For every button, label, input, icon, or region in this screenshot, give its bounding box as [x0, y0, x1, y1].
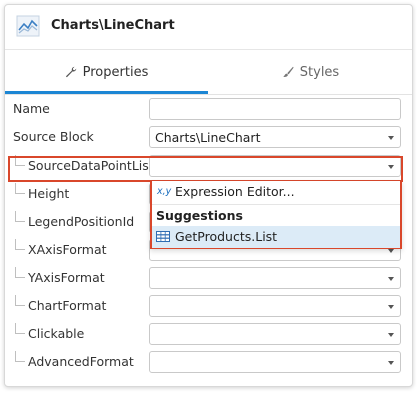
tab-bar: Properties Styles — [5, 50, 412, 95]
brush-icon — [282, 66, 294, 77]
property-label: Height — [28, 186, 70, 201]
tree-connector — [15, 267, 25, 278]
chevron-down-icon — [388, 361, 394, 365]
panel-title: Charts\LineChart — [51, 18, 175, 33]
advanced-format-select[interactable] — [149, 351, 401, 373]
tab-styles[interactable]: Styles — [209, 50, 412, 94]
tab-properties[interactable]: Properties — [5, 50, 208, 94]
wrench-icon — [65, 66, 76, 78]
tree-connector — [15, 183, 25, 194]
property-label: Source Block — [13, 129, 94, 144]
suggestions-header: Suggestions — [152, 204, 400, 226]
source-block-value: Charts\LineChart — [155, 130, 261, 145]
expression-editor-label: Expression Editor... — [175, 184, 295, 199]
chevron-down-icon — [388, 165, 394, 169]
y-axis-format-select[interactable] — [149, 267, 401, 289]
clickable-select[interactable] — [149, 323, 401, 345]
properties-panel: Charts\LineChart Properties Styles Name … — [4, 4, 413, 387]
tree-connector — [15, 239, 25, 250]
expression-icon: x,y — [157, 186, 172, 197]
tree-connector — [15, 295, 25, 306]
panel-header: Charts\LineChart — [5, 5, 412, 50]
property-row-source-data-point-list: SourceDataPointList — [5, 153, 412, 181]
property-row-clickable: Clickable — [5, 321, 412, 349]
property-row-source-block: Source Block Charts\LineChart — [5, 124, 412, 152]
tab-styles-label: Styles — [299, 64, 340, 80]
table-icon — [156, 231, 170, 242]
chevron-down-icon — [388, 333, 394, 337]
chevron-down-icon — [388, 249, 394, 253]
property-label: Name — [13, 101, 50, 116]
tab-properties-label: Properties — [82, 64, 149, 80]
property-label: ChartFormat — [28, 298, 107, 313]
tree-connector — [15, 155, 25, 166]
chart-format-select[interactable] — [149, 295, 401, 317]
property-label: YAxisFormat — [28, 270, 105, 285]
property-row-name: Name — [5, 96, 412, 124]
property-label: SourceDataPointList — [28, 158, 154, 173]
name-input[interactable] — [149, 98, 401, 120]
property-label: AdvancedFormat — [28, 354, 134, 369]
property-row-y-axis-format: YAxisFormat — [5, 265, 412, 293]
source-data-point-list-dropdown: x,y Expression Editor... Suggestions Get… — [150, 181, 402, 249]
source-block-select[interactable]: Charts\LineChart — [149, 126, 401, 148]
tree-connector — [15, 323, 25, 334]
chevron-down-icon — [388, 305, 394, 309]
suggestion-get-products-list[interactable]: GetProducts.List — [152, 226, 400, 248]
property-label: LegendPositionId — [28, 214, 135, 229]
source-data-point-list-select[interactable] — [149, 155, 401, 177]
chevron-down-icon — [388, 136, 394, 140]
suggestion-label: GetProducts.List — [175, 229, 278, 244]
line-chart-icon — [16, 15, 40, 37]
active-tab-indicator — [5, 91, 208, 94]
tree-connector — [15, 351, 25, 362]
chevron-down-icon — [388, 277, 394, 281]
property-row-advanced-format: AdvancedFormat — [5, 349, 412, 377]
expression-editor-option[interactable]: x,y Expression Editor... — [152, 181, 400, 203]
property-label: Clickable — [28, 326, 85, 341]
property-row-chart-format: ChartFormat — [5, 293, 412, 321]
property-label: XAxisFormat — [28, 242, 107, 257]
tree-connector — [15, 211, 25, 222]
